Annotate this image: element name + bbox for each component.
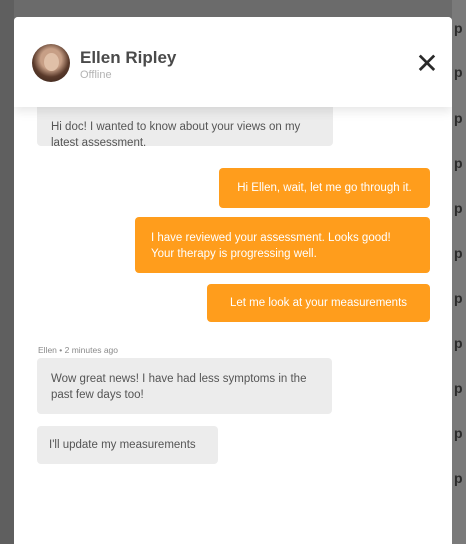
background-text-fragment: p (454, 335, 463, 351)
message-meta: Ellen • 2 minutes ago (38, 345, 118, 355)
background-left-edge (0, 0, 14, 544)
background-text-fragment: p (454, 64, 463, 80)
avatar-face (44, 53, 59, 71)
message-outgoing: I have reviewed your assessment. Looks g… (135, 217, 430, 273)
chat-modal: Ellen Ripley Offline ✕ Hi doc! I wanted … (14, 17, 452, 544)
message-incoming: Wow great news! I have had less symptoms… (37, 358, 332, 414)
background-text-fragment: p (454, 110, 463, 126)
background-text-fragment: p (454, 155, 463, 171)
background-text-fragment: p (454, 425, 463, 441)
avatar (32, 44, 70, 82)
chat-header: Ellen Ripley Offline ✕ (14, 17, 452, 107)
message-incoming: I'll update my measurements (37, 426, 218, 464)
close-icon[interactable]: ✕ (412, 49, 442, 79)
background-text-fragment: p (454, 20, 463, 36)
contact-status: Offline (80, 69, 112, 81)
message-outgoing: Let me look at your measurements (207, 284, 430, 322)
background-text-fragment: p (454, 380, 463, 396)
contact-name: Ellen Ripley (80, 48, 177, 67)
background-text-fragment: p (454, 200, 463, 216)
background-text-fragment: p (454, 470, 463, 486)
background-text-fragment: p (454, 290, 463, 306)
background-page-right: p p p p p p p p p p p (452, 0, 466, 544)
message-outgoing: Hi Ellen, wait, let me go through it. (219, 168, 430, 208)
background-text-fragment: p (454, 245, 463, 261)
